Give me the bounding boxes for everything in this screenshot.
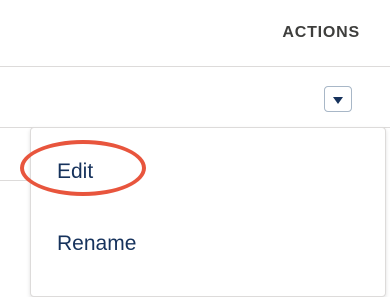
- menu-item-label: Edit: [57, 160, 94, 183]
- table-header-row: ACTIONS: [0, 0, 390, 67]
- chevron-down-icon: [333, 96, 343, 104]
- row-actions-menu: Edit Rename: [30, 127, 386, 297]
- actions-column-header: ACTIONS: [282, 24, 360, 41]
- menu-item-rename[interactable]: Rename: [31, 222, 385, 264]
- row-actions-dropdown-button[interactable]: [324, 86, 352, 112]
- table-frame: ACTIONS Edit Rename: [0, 0, 390, 297]
- menu-item-edit[interactable]: Edit: [31, 150, 385, 192]
- menu-item-label: Rename: [57, 232, 137, 255]
- row-divider: [0, 180, 30, 181]
